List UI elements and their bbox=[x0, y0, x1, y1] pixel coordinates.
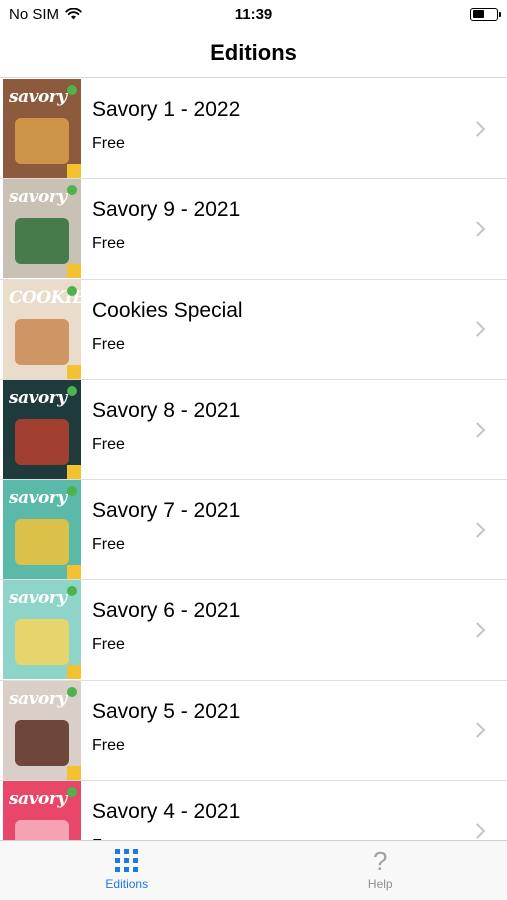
page-title: Editions bbox=[210, 39, 297, 65]
edition-price: Free bbox=[92, 636, 125, 654]
edition-title: Savory 9 - 2021 bbox=[92, 198, 241, 222]
edition-text: Savory 8 - 2021 Free bbox=[81, 380, 507, 479]
edition-title: Savory 7 - 2021 bbox=[92, 499, 241, 523]
cover-corner-badge bbox=[67, 565, 81, 580]
edition-text: Savory 9 - 2021 Free bbox=[81, 179, 507, 278]
cover-logo-dot bbox=[67, 787, 77, 798]
edition-row[interactable]: COOKIES Cookies Special Free bbox=[0, 279, 507, 380]
cover-masthead: savory bbox=[9, 187, 67, 208]
edition-cover-image: savory bbox=[3, 480, 81, 580]
edition-title: Savory 8 - 2021 bbox=[92, 398, 241, 422]
tab-help[interactable]: ? Help bbox=[254, 841, 507, 900]
edition-text: Savory 7 - 2021 Free bbox=[81, 480, 507, 579]
status-left: No SIM bbox=[9, 6, 82, 23]
edition-cover-image: savory bbox=[3, 179, 81, 279]
cover-corner-badge bbox=[67, 264, 81, 279]
edition-cover-image: savory bbox=[3, 580, 81, 680]
cover-masthead: savory bbox=[9, 688, 67, 709]
carrier-label: No SIM bbox=[9, 5, 60, 23]
cover-art bbox=[15, 820, 69, 840]
status-bar: No SIM 11:39 bbox=[0, 0, 507, 28]
wifi-icon bbox=[65, 8, 82, 20]
cover-art bbox=[15, 519, 69, 566]
edition-price: Free bbox=[92, 335, 125, 353]
tab-editions-label: Editions bbox=[105, 877, 149, 891]
grid-icon bbox=[115, 849, 139, 872]
cover-corner-badge bbox=[67, 464, 81, 479]
edition-text: Savory 6 - 2021 Free bbox=[81, 580, 507, 679]
edition-title: Cookies Special bbox=[92, 298, 243, 322]
edition-row[interactable]: savory Savory 6 - 2021 Free bbox=[0, 580, 507, 681]
cover-art bbox=[15, 218, 69, 265]
cover-logo-dot bbox=[67, 586, 77, 597]
edition-text: Savory 4 - 2021Free bbox=[81, 781, 507, 840]
edition-price: Free bbox=[92, 235, 125, 253]
edition-price: Free bbox=[92, 435, 125, 453]
cover-logo-dot bbox=[67, 385, 77, 396]
edition-text: Savory 1 - 2022 Free bbox=[81, 79, 507, 178]
edition-row[interactable]: savory Savory 8 - 2021 Free bbox=[0, 379, 507, 481]
edition-text: Cookies Special Free bbox=[81, 280, 507, 379]
cover-logo-dot bbox=[67, 185, 77, 196]
edition-title: Savory 6 - 2021 bbox=[92, 599, 241, 623]
cover-art bbox=[15, 118, 69, 164]
battery-icon bbox=[470, 7, 501, 21]
edition-price: Free bbox=[92, 736, 125, 754]
cover-masthead: savory bbox=[9, 87, 67, 107]
cover-corner-badge bbox=[67, 665, 81, 680]
cover-art bbox=[15, 418, 69, 465]
edition-row[interactable]: savory Savory 5 - 2021 Free bbox=[0, 680, 507, 782]
cover-logo-dot bbox=[67, 285, 77, 296]
tab-bar: Editions ? Help bbox=[0, 840, 507, 900]
edition-row[interactable]: savory Savory 1 - 2022 Free bbox=[0, 79, 507, 180]
cover-logo-dot bbox=[67, 486, 77, 497]
cover-corner-badge bbox=[67, 164, 81, 178]
cover-corner-badge bbox=[67, 765, 81, 780]
edition-row[interactable]: savory Savory 4 - 2021Free bbox=[0, 781, 507, 840]
cover-masthead: savory bbox=[9, 488, 67, 509]
cover-masthead: savory bbox=[9, 387, 67, 408]
cover-art bbox=[15, 719, 69, 766]
edition-cover-image: savory bbox=[3, 79, 81, 178]
cover-art bbox=[15, 318, 69, 365]
cover-logo-dot bbox=[67, 686, 77, 697]
cover-masthead: savory bbox=[9, 588, 67, 609]
tab-help-label: Help bbox=[367, 877, 393, 891]
tab-editions[interactable]: Editions bbox=[0, 841, 254, 900]
cover-corner-badge bbox=[67, 364, 81, 379]
edition-cover-image: savory bbox=[3, 379, 81, 479]
edition-price: Free bbox=[92, 135, 125, 152]
edition-title: Savory 5 - 2021 bbox=[92, 699, 241, 723]
cover-logo-dot bbox=[67, 85, 77, 95]
edition-row[interactable]: savory Savory 9 - 2021 Free bbox=[0, 179, 507, 280]
edition-title: Savory 1 - 2022 bbox=[92, 98, 241, 121]
battery-level bbox=[472, 10, 484, 18]
edition-title: Savory 4 - 2021 bbox=[92, 800, 241, 824]
edition-text: Savory 5 - 2021 Free bbox=[81, 681, 507, 780]
edition-cover-image: savory bbox=[3, 680, 81, 780]
cover-masthead: savory bbox=[9, 789, 67, 810]
navigation-bar: Editions bbox=[0, 28, 507, 78]
edition-cover-image: COOKIES bbox=[3, 279, 81, 379]
question-mark-icon: ? bbox=[373, 846, 388, 876]
edition-cover-image: savory bbox=[3, 781, 81, 840]
editions-list[interactable]: savory Savory 1 - 2022 Free savory Savory 9 … bbox=[0, 79, 507, 840]
edition-row[interactable]: savory Savory 7 - 2021 Free bbox=[0, 480, 507, 581]
cover-art bbox=[15, 619, 69, 666]
edition-price: Free bbox=[92, 536, 125, 554]
